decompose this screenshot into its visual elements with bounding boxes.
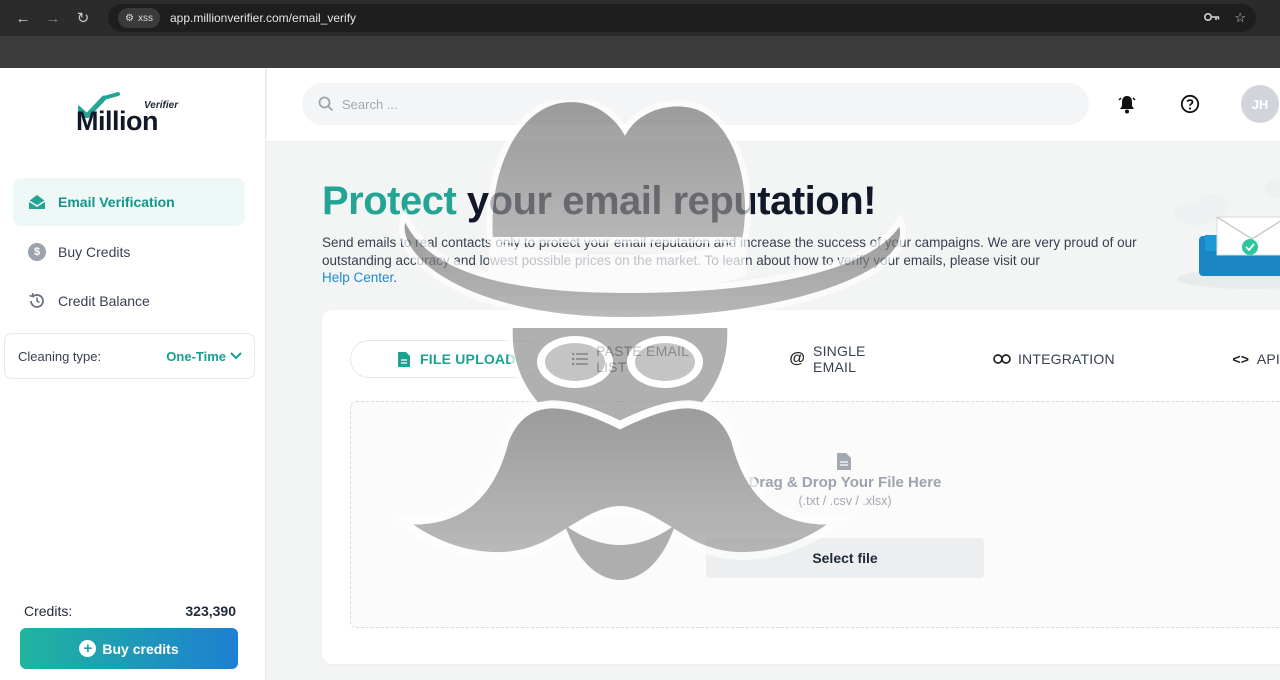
forward-icon[interactable]: →	[38, 3, 68, 33]
document-icon	[837, 453, 851, 470]
tab-label: SINGLE EMAIL	[813, 343, 866, 375]
browser-toolbar: ← → ↻ ⚙ xss app.millionverifier.com/emai…	[0, 0, 1280, 36]
page-title-accent: Protect	[322, 179, 457, 223]
search-icon	[318, 96, 334, 112]
bookmarks-bar	[0, 36, 1280, 68]
credits-value: 323,390	[185, 603, 236, 619]
logo[interactable]: Verifier Million	[76, 92, 186, 138]
main-content: Protect your email reputation! Send emai…	[267, 143, 1280, 680]
tab-label: API	[1256, 351, 1280, 367]
dollar-icon: $	[27, 242, 47, 262]
list-icon	[572, 350, 590, 368]
sidebar-item-label: Credit Balance	[58, 293, 150, 309]
sidebar-item-buy-credits[interactable]: $ Buy Credits	[13, 228, 245, 276]
sidebar-item-credit-balance[interactable]: Credit Balance	[13, 277, 245, 325]
description-text: Send emails to real contacts only to pro…	[322, 235, 1137, 268]
file-dropzone[interactable]: Drag & Drop Your File Here (.txt / .csv …	[350, 401, 1280, 628]
credits-summary: Credits: 323,390	[24, 603, 236, 619]
cleaning-type-select[interactable]: Cleaning type: One-Time	[4, 333, 255, 379]
cleaning-type-value[interactable]: One-Time	[166, 349, 242, 364]
select-file-button[interactable]: Select file	[706, 538, 984, 578]
help-center-link[interactable]: Help Center	[322, 270, 393, 285]
file-icon	[395, 350, 413, 368]
tab-single-email[interactable]: @ SINGLE EMAIL	[789, 340, 910, 378]
sidebar: Verifier Million Email Verification $ Bu…	[0, 68, 266, 680]
chevron-down-icon	[230, 352, 242, 360]
tab-label: INTEGRATION	[1017, 351, 1115, 367]
dropzone-title: Drag & Drop Your File Here	[748, 474, 942, 491]
back-icon[interactable]: ←	[8, 3, 38, 33]
page-title-rest: your email reputation!	[456, 179, 877, 223]
upload-card: FILE UPLOAD PASTE EMAIL LIST @ SINGLE EM…	[322, 310, 1280, 664]
url-text[interactable]: app.millionverifier.com/email_verify	[170, 11, 1190, 25]
cleaning-type-label: Cleaning type:	[18, 348, 102, 364]
bell-icon[interactable]	[1116, 93, 1138, 115]
dropzone-formats: (.txt / .csv / .xlsx)	[798, 494, 892, 508]
sidebar-item-label: Buy Credits	[58, 243, 131, 260]
tab-file-upload[interactable]: FILE UPLOAD	[350, 340, 543, 378]
link-icon	[993, 350, 1011, 368]
sidebar-item-email-verification[interactable]: Email Verification	[13, 178, 245, 226]
page-title: Protect your email reputation!	[322, 179, 876, 224]
help-icon[interactable]	[1179, 93, 1201, 115]
tab-integration[interactable]: INTEGRATION	[993, 340, 1115, 378]
page-description: Send emails to real contacts only to pro…	[322, 234, 1142, 287]
top-header: JH	[267, 68, 1280, 142]
search-bar[interactable]	[302, 83, 1089, 125]
at-icon: @	[789, 350, 806, 367]
site-info-chip[interactable]: ⚙ xss	[118, 8, 160, 28]
history-icon	[27, 291, 47, 311]
code-icon: <>	[1232, 351, 1250, 367]
upload-tabs: FILE UPLOAD PASTE EMAIL LIST @ SINGLE EM…	[350, 340, 1280, 378]
mailbox-illustration	[1173, 180, 1280, 289]
tab-label: FILE UPLOAD	[420, 351, 516, 367]
cleaning-type-value-text: One-Time	[166, 348, 226, 364]
address-bar[interactable]: ⚙ xss app.millionverifier.com/email_veri…	[108, 4, 1256, 32]
credits-label: Credits:	[24, 603, 73, 619]
avatar[interactable]: JH	[1241, 85, 1279, 123]
description-period: .	[393, 270, 398, 285]
tab-paste-email-list[interactable]: PASTE EMAIL LIST	[572, 340, 720, 378]
sidebar-item-label: Email Verification	[58, 194, 175, 210]
buy-credits-button[interactable]: + Buy credits	[20, 628, 238, 669]
logo-wordmark: Million	[76, 106, 158, 136]
star-icon[interactable]: ☆	[1234, 10, 1246, 26]
site-chip-label: xss	[137, 12, 153, 24]
tune-icon: ⚙	[125, 12, 134, 24]
tab-api[interactable]: <> API	[1232, 340, 1280, 378]
sidebar-menu: Email Verification $ Buy Credits Credit …	[13, 178, 245, 327]
search-input[interactable]	[342, 96, 1042, 112]
envelope-icon	[27, 192, 47, 212]
key-icon[interactable]	[1204, 11, 1220, 26]
buy-credits-label: Buy credits	[102, 640, 179, 657]
reload-icon[interactable]: ↻	[68, 3, 98, 33]
browser-chrome: ← → ↻ ⚙ xss app.millionverifier.com/emai…	[0, 0, 1280, 68]
tab-label: PASTE EMAIL LIST	[596, 343, 689, 375]
plus-icon: +	[79, 640, 97, 657]
